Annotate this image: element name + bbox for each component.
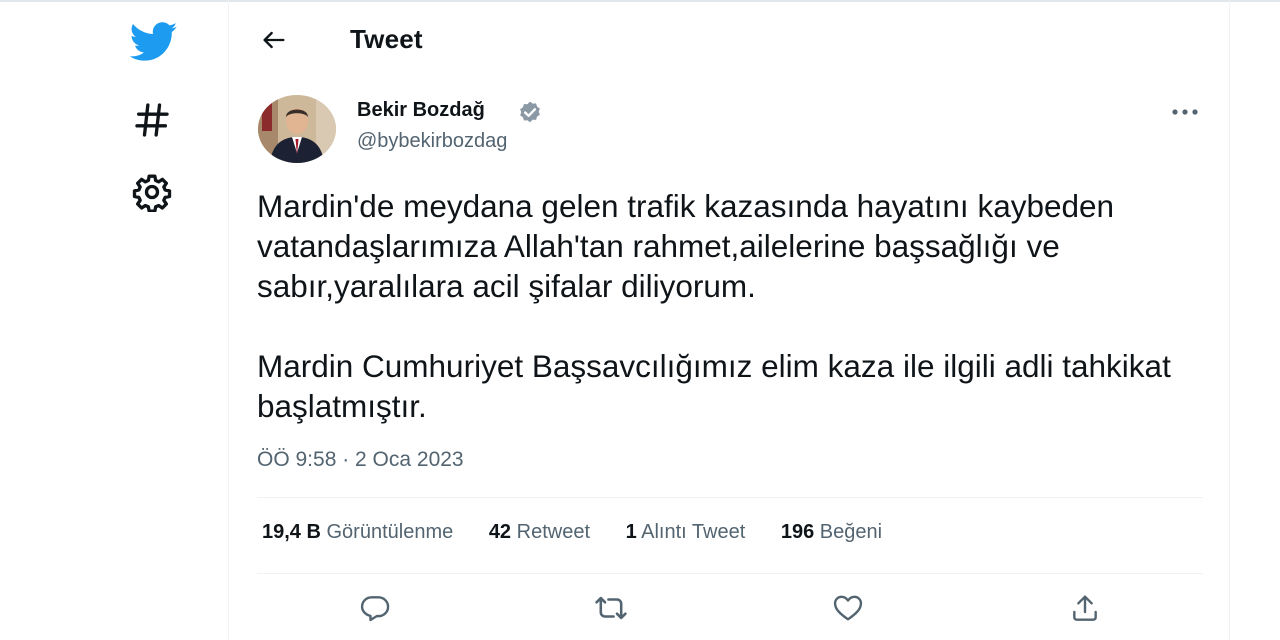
tweet-column: Tweet Bekir Bozdağ @bybekirbozdag Mardin… (228, 0, 1230, 640)
verified-badge-icon (517, 100, 543, 126)
stat-label: Alıntı Tweet (641, 521, 746, 543)
stat-likes[interactable]: 196 Beğeni (781, 521, 882, 544)
tweet-text: Mardin'de meydana gelen trafik kazasında… (257, 186, 1217, 426)
stat-label: Retweet (516, 521, 590, 543)
tweet-paragraph: Mardin'de meydana gelen trafik kazasında… (257, 188, 1115, 304)
stat-label: Görüntülenme (326, 521, 454, 543)
hashtag-icon[interactable] (130, 98, 174, 142)
tweet-timestamp[interactable]: ÖÖ 9:58 · 2 Oca 2023 (257, 448, 464, 472)
reply-icon (360, 596, 390, 622)
back-button[interactable] (256, 22, 292, 58)
stat-value: 19,4 B (262, 521, 321, 543)
heart-icon (833, 595, 863, 621)
twitter-logo-icon[interactable] (127, 20, 181, 64)
author-name[interactable]: Bekir Bozdağ (357, 99, 485, 122)
stat-value: 42 (488, 521, 512, 543)
avatar[interactable] (258, 95, 336, 163)
author-handle[interactable]: @bybekirbozdag (357, 130, 507, 153)
share-button[interactable] (1065, 588, 1105, 628)
retweet-button[interactable] (591, 588, 631, 628)
like-button[interactable] (828, 588, 868, 628)
stat-value: 196 (780, 521, 815, 543)
retweet-icon (595, 596, 627, 620)
stat-retweets[interactable]: 42 Retweet (489, 521, 590, 544)
more-icon (1172, 109, 1198, 115)
stat-views[interactable]: 19,4 B Görüntülenme (262, 521, 453, 544)
stat-quotes[interactable]: 1 Alıntı Tweet (626, 521, 746, 544)
more-options-button[interactable] (1167, 98, 1203, 126)
share-icon (1073, 595, 1097, 621)
stat-value: 1 (625, 521, 637, 543)
tweet-stats: 19,4 B Görüntülenme 42 Retweet 1 Alıntı … (262, 521, 912, 544)
gear-icon[interactable] (130, 170, 174, 214)
tweet-paragraph: Mardin Cumhuriyet Başsavcılığımız elim k… (257, 348, 1171, 424)
page-title: Tweet (350, 24, 423, 54)
stat-label: Beğeni (819, 521, 883, 543)
header: Tweet (229, 0, 1229, 80)
reply-button[interactable] (355, 588, 395, 628)
sidebar (0, 0, 228, 640)
divider (257, 497, 1203, 498)
divider (257, 573, 1203, 574)
arrow-left-icon (263, 31, 285, 49)
